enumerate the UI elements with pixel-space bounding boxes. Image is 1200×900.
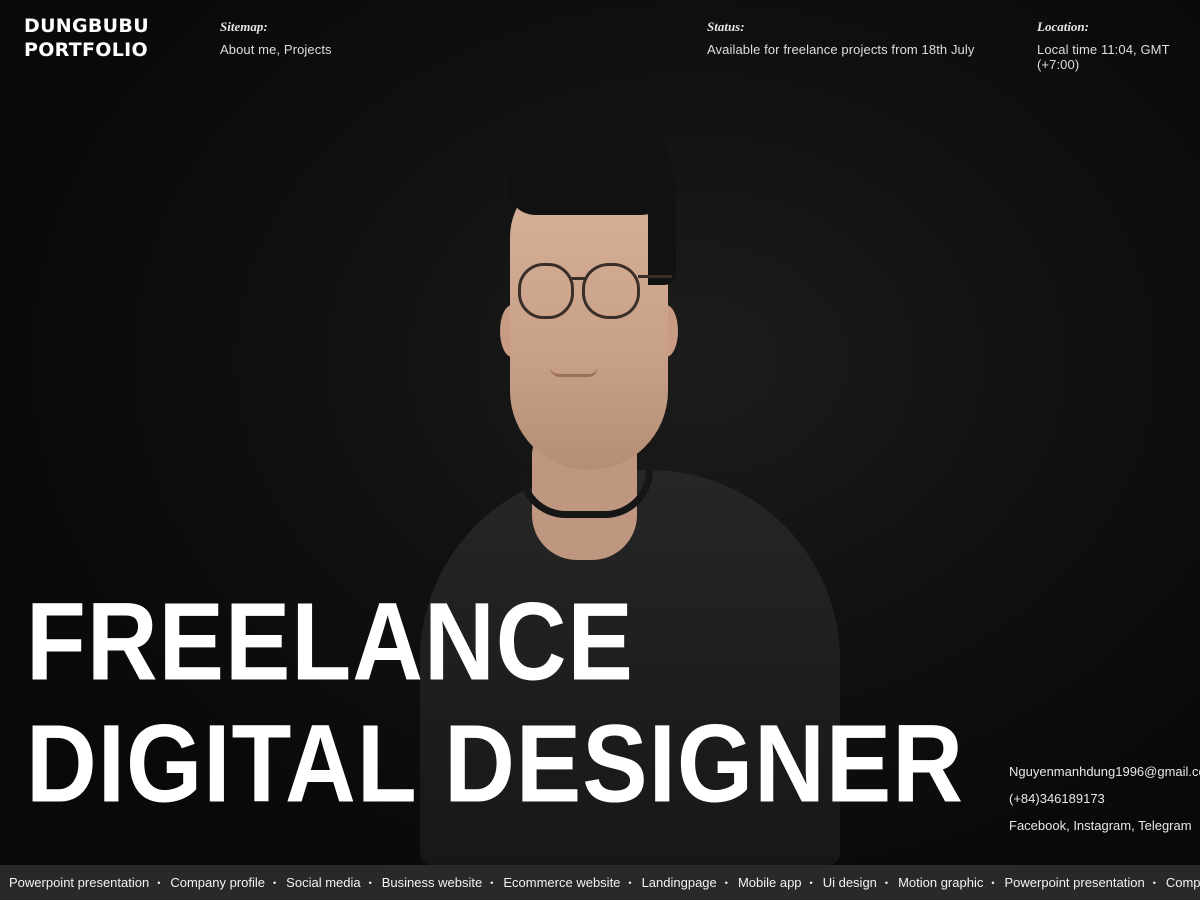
- status-block: Status: Available for freelance projects…: [707, 19, 974, 57]
- marquee-item-label: Motion graphic: [898, 875, 984, 890]
- glasses-lens-right: [582, 263, 640, 319]
- status-label: Status:: [707, 19, 745, 34]
- bullet-separator-icon: •: [884, 877, 889, 888]
- hero-headline-line-2: DIGITAL DESIGNER: [26, 700, 965, 826]
- sitemap-links[interactable]: About me, Projects: [220, 42, 332, 57]
- marquee-item-label: Ecommerce website: [503, 875, 621, 890]
- local-time-value: Local time 11:04, GMT (+7:00): [1037, 42, 1170, 72]
- marquee-item-label: Social media: [286, 875, 361, 890]
- marquee-item-label: Powerpoint presentation: [1004, 875, 1145, 890]
- marquee-item: Social media •: [286, 875, 382, 890]
- location-label: Location:: [1037, 19, 1089, 34]
- sitemap-label: Sitemap:: [220, 19, 268, 34]
- bullet-separator-icon: •: [157, 877, 161, 888]
- marquee-item-label: Powerpoint presentation: [9, 875, 150, 890]
- marquee-item-label: Company profile: [170, 875, 266, 890]
- marquee-item: Company profile•: [1166, 875, 1200, 890]
- portrait-face: [510, 170, 668, 470]
- marquee-item: Landingpage •: [642, 875, 738, 890]
- brand-line-2: PORTFOLIO: [24, 39, 148, 61]
- marquee-item: Company profile •: [170, 875, 286, 890]
- marquee-item-label: Landingpage: [641, 875, 717, 890]
- bullet-separator-icon: •: [368, 877, 372, 888]
- portrait-hair-side: [648, 165, 676, 285]
- contact-phone-link[interactable]: (+84)346189173: [1009, 791, 1200, 807]
- bullet-separator-icon: •: [991, 877, 995, 888]
- bullet-separator-icon: •: [490, 877, 494, 888]
- hero-headline-line-1: FREELANCE: [26, 578, 634, 704]
- marquee-item: Powerpoint presentation •: [1005, 875, 1166, 890]
- services-marquee: Powerpoint presentation • Company profile •…: [0, 865, 1200, 900]
- location-block: Location: Local time 11:04, GMT (+7:00): [1037, 19, 1200, 72]
- marquee-item: Motion graphic •: [898, 875, 1004, 890]
- marquee-item: Business website •: [382, 875, 504, 890]
- status-value: Available for freelance projects from 18…: [707, 42, 975, 57]
- marquee-item: Powerpoint presentation •: [9, 875, 170, 890]
- glasses-lens-left: [518, 263, 574, 319]
- glasses-arm: [638, 275, 672, 278]
- bullet-separator-icon: •: [724, 877, 728, 888]
- marquee-item-label: Company profile: [1165, 875, 1200, 890]
- marquee-item: Mobile app •: [738, 875, 823, 890]
- marquee-item-label: Ui design: [822, 875, 877, 890]
- portrait-mouth: [550, 367, 598, 377]
- glasses-bridge: [570, 277, 586, 280]
- contact-social-links[interactable]: Facebook, Instagram, Telegram: [1009, 818, 1200, 834]
- hero-headline: FREELANCE DIGITAL DESIGNER: [26, 580, 964, 824]
- marquee-item-label: Mobile app: [737, 875, 802, 890]
- marquee-item: Ecommerce website •: [503, 875, 641, 890]
- brand-line-1: DUNGBUBU: [24, 15, 149, 37]
- bullet-separator-icon: •: [628, 877, 632, 888]
- bullet-separator-icon: •: [1152, 877, 1156, 888]
- sitemap-block: Sitemap: About me, Projects: [220, 19, 332, 57]
- bullet-separator-icon: •: [809, 877, 813, 888]
- brand-logo[interactable]: DUNGBUBU PORTFOLIO: [24, 14, 149, 62]
- contact-email-link[interactable]: Nguyenmanhdung1996@gmail.com: [1009, 764, 1200, 780]
- bullet-separator-icon: •: [273, 877, 277, 888]
- marquee-item-label: Business website: [381, 875, 483, 890]
- marquee-item: Ui design •: [823, 875, 898, 890]
- contact-block: Nguyenmanhdung1996@gmail.com (+84)346189…: [1009, 764, 1200, 845]
- marquee-track: Powerpoint presentation • Company profile •…: [0, 875, 1200, 890]
